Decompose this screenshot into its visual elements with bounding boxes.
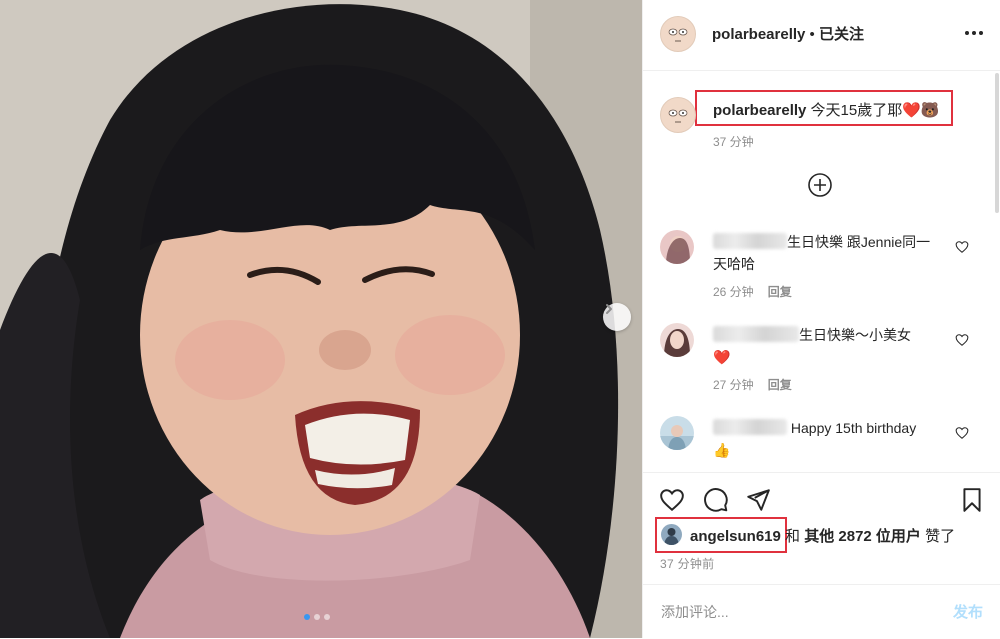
heart-icon[interactable] [955,333,969,347]
share-icon[interactable] [745,487,771,513]
caption-emoji: ❤️🐻 [902,102,940,119]
avatar[interactable] [661,524,682,545]
caption: polarbearelly 今天15歲了耶❤️🐻 [713,99,940,120]
header-separator: • [805,26,819,43]
user-photo-icon [660,416,694,450]
carousel-dot [324,614,330,620]
comment-time: 27 分钟 [713,378,754,392]
user-photo-icon [660,323,694,357]
caption-time: 37 分钟 [713,135,754,149]
user-photo-icon [660,230,694,264]
comment-meta: 27 分钟 回复 [713,376,792,393]
heart-icon[interactable] [659,487,685,513]
caption-username[interactable]: polarbearelly [713,102,806,119]
photo-illustration [0,0,642,638]
cartoon-face-icon [668,109,688,123]
reply-button[interactable]: 回复 [768,378,792,392]
cartoon-face-icon [668,28,688,42]
comment-text: Happy 15th birthday 👍 [713,419,917,458]
avatar[interactable] [660,230,694,264]
avatar[interactable] [660,323,694,357]
carousel-dot [314,614,320,620]
plus-circle-icon[interactable] [807,172,833,198]
post-actions: angelsun619 和 其他 2872 位用户 赞了 37 分钟前 [643,472,1000,585]
avatar[interactable] [660,416,694,450]
comment-username-blurred[interactable] [713,233,787,249]
reply-button[interactable]: 回复 [768,285,792,299]
comment-meta: 26 分钟 回复 [713,283,792,300]
heart-icon[interactable] [955,426,969,440]
post-header: polarbearelly • 已关注 [643,0,1000,71]
user-photo-icon [661,524,682,545]
scrollbar-thumb[interactable] [995,73,999,213]
comment-username-blurred[interactable] [713,419,787,435]
post-comment-button[interactable]: 发布 [953,601,983,622]
carousel-dots [304,614,330,620]
comments-scrollbar[interactable] [994,71,1000,472]
posted-time: 37 分钟前 [660,557,715,571]
caption-avatar[interactable] [660,97,696,133]
comment-text: 生日快樂 跟Jennie同一天哈哈 [713,233,931,272]
others-likes-link[interactable]: 其他 2872 位用户 [804,528,921,545]
next-slide-button[interactable] [603,303,631,331]
liked-by-username[interactable]: angelsun619 [690,528,781,545]
header-username[interactable]: polarbearelly [712,26,805,43]
comment-time: 26 分钟 [713,285,754,299]
add-comment-bar: 发布 [643,584,1000,639]
follow-status-button[interactable]: 已关注 [819,26,864,43]
chevron-right-icon [606,304,612,314]
comment-text: 生日快樂～小美女 ❤️ [713,326,911,365]
comment-input[interactable] [659,599,933,625]
caption-text: 今天15歲了耶 [806,102,903,119]
comment-icon[interactable] [703,487,729,513]
comment-username-blurred[interactable] [713,326,799,342]
bookmark-icon[interactable] [959,487,985,513]
comments-list[interactable]: polarbearelly 今天15歲了耶❤️🐻 37 分钟 生日快樂 跟Jen… [643,71,993,472]
post-photo[interactable] [0,0,642,638]
likes-summary: angelsun619 和 其他 2872 位用户 赞了 [690,528,956,545]
more-horizontal-icon[interactable] [965,31,985,37]
post-side-panel: polarbearelly • 已关注 polarbearelly 今天15歲了… [642,0,1000,638]
carousel-dot [304,614,310,620]
avatar[interactable] [660,16,696,52]
heart-icon[interactable] [955,240,969,254]
